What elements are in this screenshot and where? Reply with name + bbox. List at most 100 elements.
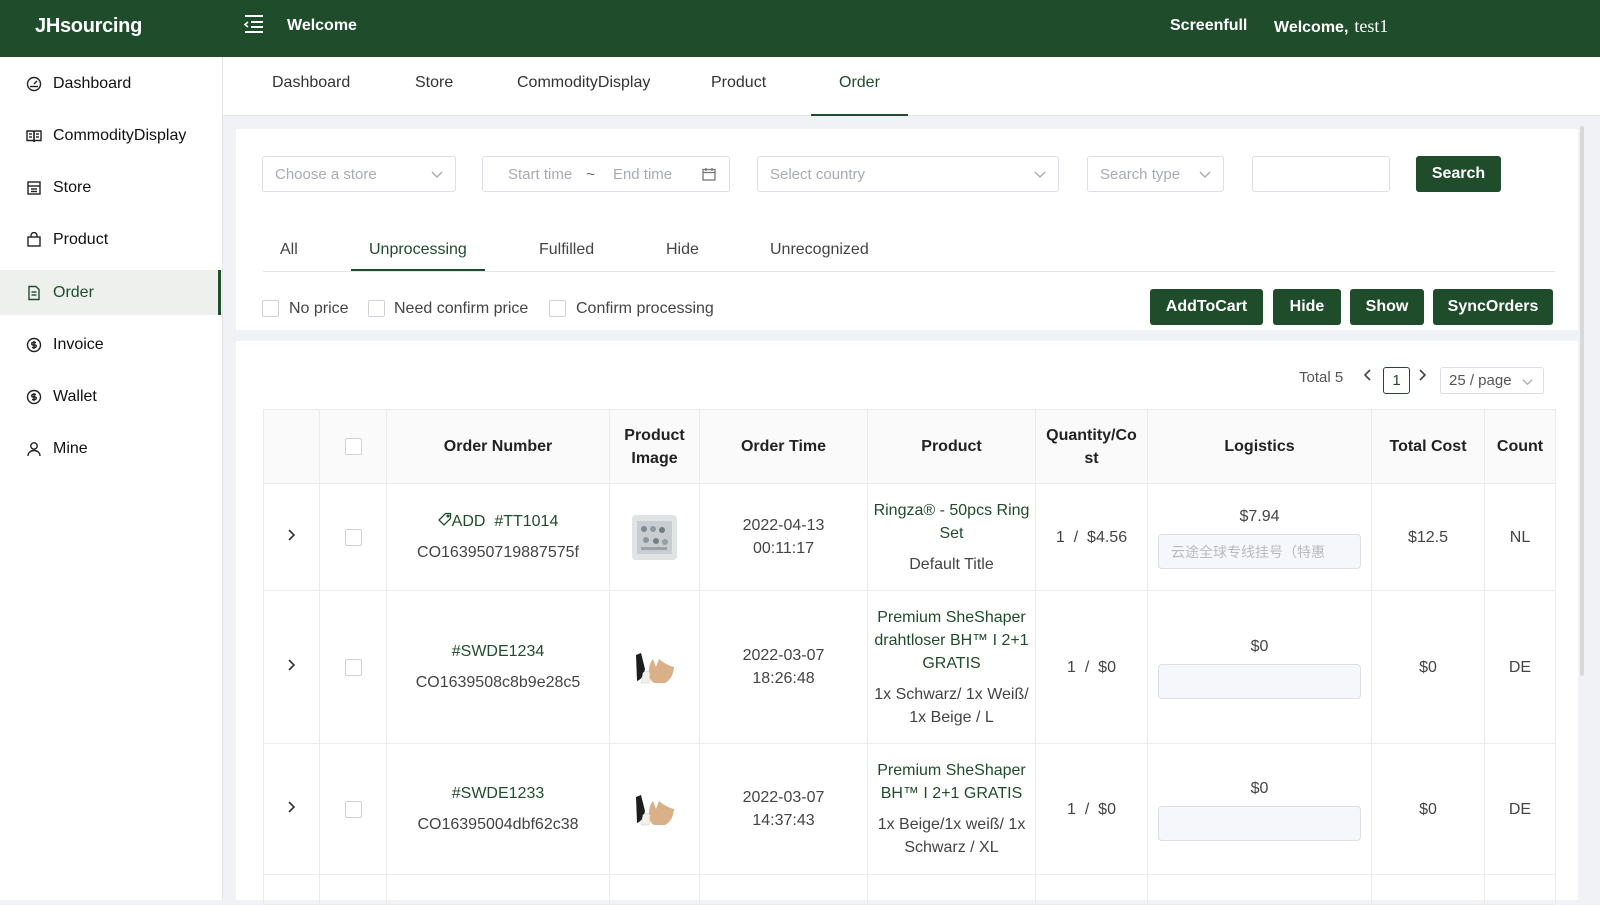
- sidebar-item-label: Invoice: [53, 335, 104, 353]
- sidebar-item-dashboard[interactable]: Dashboard: [0, 61, 221, 106]
- column-header: Order Time: [699, 409, 868, 484]
- logistics-price: $0: [1250, 780, 1269, 797]
- total-cost: $0: [1371, 590, 1485, 744]
- product-variant: 1x Beige/1x weiß/ 1x Schwarz / XL: [877, 816, 1026, 856]
- pagination-total: Total 5: [1299, 369, 1344, 386]
- store-select[interactable]: Choose a store: [262, 156, 456, 192]
- sidebar: Dashboard CommodityDisplay Store Product…: [0, 57, 223, 900]
- expand-row-icon[interactable]: [263, 483, 320, 591]
- tab-fulfilled[interactable]: Fulfilled: [539, 241, 594, 271]
- end-time-input[interactable]: End time: [613, 166, 672, 183]
- sidebar-item-commoditydisplay[interactable]: CommodityDisplay: [0, 113, 221, 158]
- select-all-cell: [319, 409, 387, 484]
- tab-commoditydisplay[interactable]: CommodityDisplay: [489, 74, 678, 116]
- product-name[interactable]: Premium SheShaper BH™ I 2+1 GRATIS: [868, 759, 1035, 805]
- need-confirm-price-label: Need confirm price: [394, 300, 529, 317]
- sidebar-item-store[interactable]: Store: [0, 165, 221, 210]
- tab-unprocessing[interactable]: Unprocessing: [351, 241, 485, 271]
- confirm-processing-checkbox[interactable]: [549, 300, 566, 317]
- table-row[interactable]: #SWDE1233 CO16395004dbf62c38 2022-03-07 1…: [263, 743, 1556, 875]
- country-select[interactable]: Select country: [757, 156, 1059, 192]
- tab-product[interactable]: Product: [683, 74, 794, 116]
- country-select-placeholder: Select country: [770, 165, 866, 183]
- page-size-select[interactable]: 25 / page: [1440, 367, 1544, 394]
- chevron-down-icon: [1034, 167, 1046, 179]
- logistics-select[interactable]: [1158, 664, 1361, 699]
- start-time-input[interactable]: Start time: [508, 166, 572, 183]
- tab-order[interactable]: Order: [811, 74, 908, 116]
- prev-page-icon[interactable]: [1362, 368, 1372, 386]
- username: test1: [1354, 16, 1389, 36]
- bra-thumbnail: [632, 786, 677, 832]
- order-date: 2022-04-13: [742, 517, 825, 534]
- expand-row-icon[interactable]: [263, 743, 320, 875]
- search-type-select[interactable]: Search type: [1087, 156, 1224, 192]
- table-row[interactable]: #SWDE1234 CO1639508c8b9e28c5 2022-03-07 1…: [263, 590, 1556, 744]
- sidebar-item-label: CommodityDisplay: [53, 126, 187, 144]
- sidebar-item-product[interactable]: Product: [0, 217, 221, 262]
- bag-icon: [26, 231, 42, 248]
- tab-dashboard[interactable]: Dashboard: [244, 74, 378, 116]
- product-variant: Default Title: [909, 555, 994, 573]
- add-to-cart-button[interactable]: AddToCart: [1150, 289, 1263, 325]
- logistics-select[interactable]: [1158, 806, 1361, 841]
- user-menu[interactable]: Welcome, test1: [1274, 16, 1388, 37]
- total-cost: $0: [1371, 743, 1485, 875]
- column-header: Quantity/Co st: [1035, 409, 1148, 484]
- search-button[interactable]: Search: [1416, 156, 1501, 192]
- order-number[interactable]: #SWDE1234: [387, 640, 609, 663]
- show-button[interactable]: Show: [1350, 289, 1424, 325]
- sidebar-item-invoice[interactable]: Invoice: [0, 322, 221, 367]
- screenfull-button[interactable]: Screenfull: [1170, 17, 1247, 35]
- welcome-label: Welcome,: [1274, 19, 1349, 36]
- calendar-icon: [702, 167, 716, 181]
- menu-fold-icon[interactable]: [242, 12, 266, 36]
- user-icon: [26, 441, 42, 457]
- search-type-placeholder: Search type: [1100, 165, 1181, 183]
- product-variant: 1x Schwarz/ 1x Weiß/ 1x Beige / L: [874, 685, 1029, 726]
- no-price-checkbox[interactable]: [262, 300, 279, 317]
- search-input[interactable]: [1252, 156, 1390, 192]
- tab-hide[interactable]: Hide: [666, 241, 699, 271]
- sidebar-item-wallet[interactable]: Wallet: [0, 374, 221, 419]
- dashboard-icon: [26, 76, 42, 92]
- row-checkbox[interactable]: [344, 658, 362, 676]
- expand-row-icon[interactable]: [263, 590, 320, 744]
- country-code: DE: [1484, 743, 1556, 875]
- chevron-down-icon: [1522, 374, 1533, 391]
- tab-all[interactable]: All: [280, 241, 298, 271]
- quantity-cost: 1 / $0: [1035, 743, 1148, 875]
- product-name[interactable]: Ringza® - 50pcs Ring Set: [868, 499, 1035, 545]
- page-title: Welcome: [287, 17, 357, 34]
- range-separator: ~: [586, 165, 595, 183]
- scrollbar[interactable]: [1580, 126, 1584, 676]
- tab-store[interactable]: Store: [387, 74, 481, 116]
- dollar-circle-icon: [26, 389, 42, 405]
- tab-unrecognized[interactable]: Unrecognized: [770, 241, 869, 271]
- sidebar-item-label: Mine: [53, 439, 88, 457]
- order-number[interactable]: #SWDE1233: [387, 782, 609, 805]
- table-row[interactable]: ADD #TT1014 CO163950719887575f 2022-04-1…: [263, 483, 1556, 591]
- country-code: NL: [1484, 483, 1556, 591]
- quantity-cost: 1 / $4.56: [1035, 483, 1148, 591]
- next-page-icon[interactable]: [1418, 368, 1428, 386]
- table-header: Order Number Product Image Order Time Pr…: [263, 409, 1556, 484]
- select-all-checkbox[interactable]: [344, 438, 362, 456]
- sidebar-item-order[interactable]: Order: [0, 270, 221, 315]
- date-range-picker[interactable]: Start time ~ End time: [482, 156, 730, 192]
- row-checkbox[interactable]: [344, 528, 362, 546]
- need-confirm-price-checkbox[interactable]: [368, 300, 385, 317]
- sync-orders-button[interactable]: SyncOrders: [1433, 289, 1553, 325]
- product-name[interactable]: Premium SheShaper drahtloser BH™ I 2+1 G…: [868, 606, 1035, 675]
- hide-button[interactable]: Hide: [1273, 289, 1341, 325]
- confirm-processing-label: Confirm processing: [576, 300, 714, 317]
- logistics-select[interactable]: 云途全球专线挂号（特惠: [1158, 534, 1361, 569]
- page-size-label: 25 / page: [1449, 372, 1512, 389]
- sidebar-item-mine[interactable]: Mine: [0, 426, 221, 471]
- page-number[interactable]: 1: [1383, 367, 1410, 394]
- order-number[interactable]: ADD #TT1014: [387, 510, 609, 533]
- column-header: Order Number: [386, 409, 610, 484]
- order-time: 00:11:17: [752, 540, 815, 557]
- row-checkbox[interactable]: [344, 800, 362, 818]
- expand-column-header: [263, 409, 320, 484]
